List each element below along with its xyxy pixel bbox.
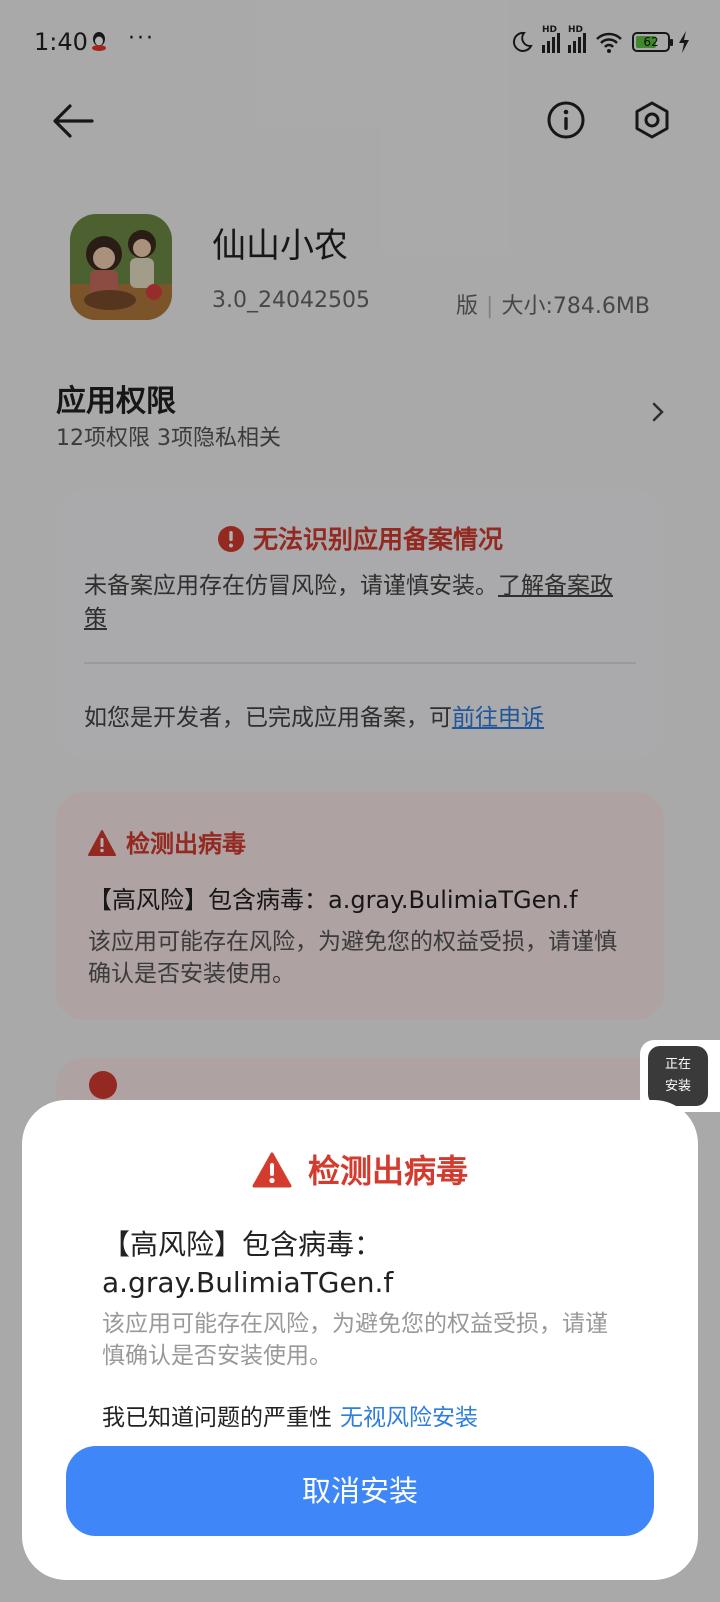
installing-label-line2: 安装 xyxy=(664,1079,691,1094)
installing-label-line1: 正在 xyxy=(664,1057,691,1072)
warning-triangle-icon xyxy=(252,1152,292,1188)
dialog-risk: 【高风险】包含病毒： a.gray.BulimiaTGen.f xyxy=(102,1228,394,1299)
dialog-ack: 我已知道问题的严重性 无视风险安装 xyxy=(102,1405,478,1431)
virus-alert-dialog: 检测出病毒 【高风险】包含病毒： a.gray.BulimiaTGen.f 该应… xyxy=(22,1100,698,1580)
dialog-body: 该应用可能存在风险，为避免您的权益受损，请谨慎确认是否安装使用。 xyxy=(102,1311,608,1369)
dialog-title: 检测出病毒 xyxy=(307,1152,468,1190)
ignore-risk-install-link[interactable]: 无视风险安装 xyxy=(340,1405,478,1431)
cancel-install-button[interactable]: 取消安装 xyxy=(66,1446,654,1536)
